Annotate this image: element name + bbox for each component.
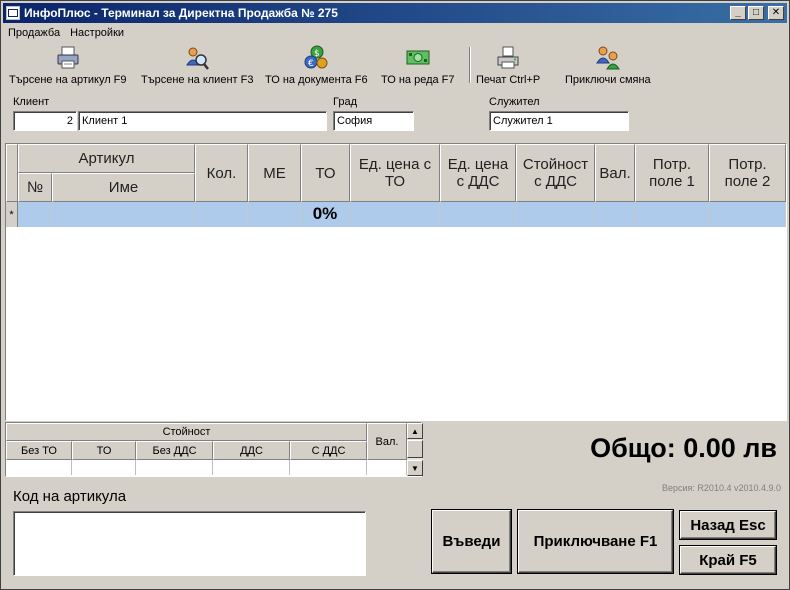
close-shift-label: Приключи смяна bbox=[565, 74, 651, 86]
menu-sales[interactable]: Продажба bbox=[3, 27, 65, 39]
cell-price-with-discount[interactable] bbox=[350, 202, 440, 227]
toolbar-separator bbox=[469, 47, 471, 83]
end-button[interactable]: Край F5 bbox=[680, 546, 776, 574]
search-article-label: Търсене на артикул F9 bbox=[9, 74, 127, 86]
summary-vat: ДДС bbox=[213, 441, 290, 460]
client-label: Клиент bbox=[13, 96, 50, 108]
summary-value-group: Стойност bbox=[6, 423, 367, 441]
cell-qty[interactable] bbox=[195, 202, 248, 227]
discount-value: 0% bbox=[312, 204, 338, 223]
app-icon bbox=[6, 6, 20, 20]
doc-discount-label: ТО на документа F6 bbox=[265, 74, 368, 86]
doc-discount-button[interactable]: $ € ТО на документа F6 bbox=[265, 43, 368, 87]
scroll-down-icon[interactable]: ▼ bbox=[407, 460, 423, 476]
menu-bar: Продажба Настройки bbox=[3, 24, 129, 42]
summary-cell bbox=[367, 460, 407, 475]
header-no[interactable]: № bbox=[18, 173, 52, 202]
close-shift-button[interactable]: Приключи смяна bbox=[565, 43, 651, 87]
user-magnifier-icon bbox=[184, 45, 210, 71]
header-discount[interactable]: ТО bbox=[301, 144, 350, 202]
summary-cell bbox=[290, 460, 367, 475]
minimize-button[interactable]: _ bbox=[730, 6, 746, 20]
city-label: Град bbox=[333, 96, 357, 108]
search-client-label: Търсене на клиент F3 bbox=[141, 74, 254, 86]
employee-label: Служител bbox=[489, 96, 540, 108]
header-price-with-discount[interactable]: Ед. цена с ТО bbox=[350, 144, 440, 202]
cell-name[interactable] bbox=[52, 202, 195, 227]
finish-button[interactable]: Приключване F1 bbox=[518, 510, 673, 573]
total-amount: Общо: 0.00 лв bbox=[590, 433, 777, 463]
cell-user-field-2[interactable] bbox=[709, 202, 786, 227]
row-discount-button[interactable]: ТО на реда F7 bbox=[381, 43, 455, 87]
summary-currency: Вал. bbox=[367, 423, 407, 460]
new-row-marker: * bbox=[6, 202, 18, 227]
scroll-thumb[interactable] bbox=[407, 440, 423, 458]
title-bar[interactable]: ИнфоПлюс - Терминал за Директна Продажба… bbox=[3, 3, 787, 23]
cell-unit[interactable] bbox=[248, 202, 301, 227]
maximize-button[interactable]: □ bbox=[748, 6, 764, 20]
version-label: Версия: R2010.4 v2010.4.9.0 bbox=[662, 483, 781, 493]
row-indicator-header bbox=[6, 144, 18, 202]
toolbar: Търсене на артикул F9 Търсене на клиент … bbox=[3, 43, 787, 87]
cell-currency[interactable] bbox=[595, 202, 635, 227]
printer-doc-icon bbox=[55, 45, 81, 71]
back-button[interactable]: Назад Esc bbox=[680, 511, 776, 539]
summary-discount: ТО bbox=[72, 441, 136, 460]
header-qty[interactable]: Кол. bbox=[195, 144, 248, 202]
cell-discount[interactable]: 0% bbox=[301, 202, 350, 227]
cell-no[interactable] bbox=[18, 202, 52, 227]
client-number-field[interactable]: 2 bbox=[13, 111, 77, 131]
svg-text:€: € bbox=[308, 59, 314, 69]
summary-cell bbox=[72, 460, 136, 475]
header-unit[interactable]: МЕ bbox=[248, 144, 301, 202]
header-article-group: Артикул bbox=[18, 144, 195, 173]
employee-field[interactable]: Служител 1 bbox=[489, 111, 629, 131]
cell-value-with-vat[interactable] bbox=[516, 202, 595, 227]
scroll-up-icon[interactable]: ▲ bbox=[407, 423, 423, 439]
print-button[interactable]: Печат Ctrl+P bbox=[476, 43, 540, 87]
header-currency[interactable]: Вал. bbox=[595, 144, 635, 202]
summary-scrollbar[interactable]: ▲ ▼ bbox=[407, 423, 423, 476]
article-code-label: Код на артикула bbox=[13, 488, 127, 505]
summary-grid[interactable]: Стойност Без ТО ТО Без ДДС ДДС С ДДС Вал… bbox=[5, 422, 423, 477]
header-value-with-vat[interactable]: Стойност с ДДС bbox=[516, 144, 595, 202]
header-user-field-1[interactable]: Потр. поле 1 bbox=[635, 144, 709, 202]
search-client-button[interactable]: Търсене на клиент F3 bbox=[141, 43, 253, 87]
summary-cell bbox=[6, 460, 72, 475]
row-discount-label: ТО на реда F7 bbox=[381, 74, 455, 86]
summary-with-vat: С ДДС bbox=[290, 441, 367, 460]
users-swap-icon bbox=[595, 45, 621, 71]
currency-coins-icon: $ € bbox=[303, 45, 329, 71]
header-user-field-2[interactable]: Потр. поле 2 bbox=[709, 144, 786, 202]
summary-cell bbox=[136, 460, 213, 475]
cell-user-field-1[interactable] bbox=[635, 202, 709, 227]
cell-price-with-vat[interactable] bbox=[440, 202, 516, 227]
client-name-field[interactable]: Клиент 1 bbox=[78, 111, 327, 131]
enter-button[interactable]: Въведи bbox=[432, 510, 511, 573]
articles-grid[interactable]: Артикул № Име Кол. МЕ ТО Ед. цена с ТО Е… bbox=[5, 143, 787, 421]
main-window: ИнфоПлюс - Терминал за Директна Продажба… bbox=[0, 0, 790, 590]
summary-cell bbox=[213, 460, 290, 475]
close-button[interactable]: ✕ bbox=[768, 6, 784, 20]
header-name[interactable]: Име bbox=[52, 173, 195, 202]
article-code-input[interactable] bbox=[13, 511, 366, 576]
header-price-with-vat[interactable]: Ед. цена с ДДС bbox=[440, 144, 516, 202]
printer-icon bbox=[495, 45, 521, 71]
city-field[interactable]: София bbox=[333, 111, 414, 131]
banknote-icon bbox=[405, 45, 431, 71]
print-label: Печат Ctrl+P bbox=[476, 74, 541, 86]
summary-no-discount: Без ТО bbox=[6, 441, 72, 460]
window-title: ИнфоПлюс - Терминал за Директна Продажба… bbox=[24, 6, 338, 20]
summary-no-vat: Без ДДС bbox=[136, 441, 213, 460]
menu-settings[interactable]: Настройки bbox=[65, 27, 129, 39]
search-article-button[interactable]: Търсене на артикул F9 bbox=[9, 43, 127, 87]
